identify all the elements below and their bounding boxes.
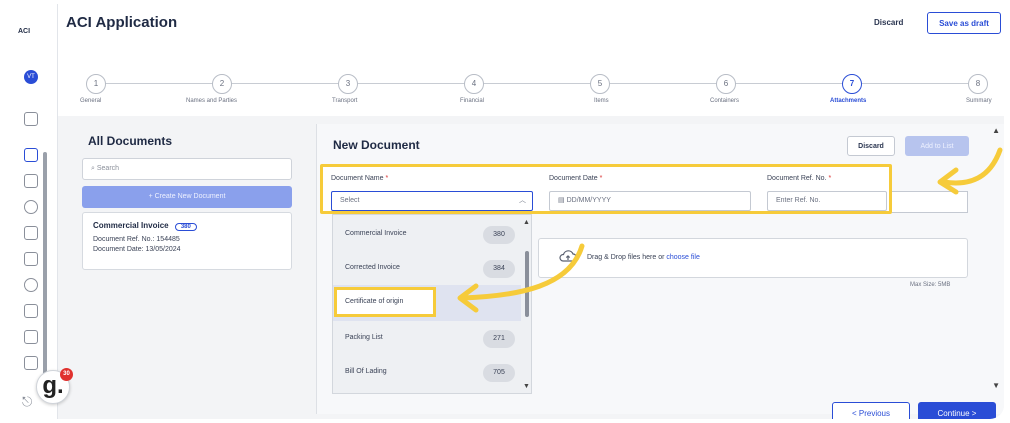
document-ref-field[interactable]: Enter Ref. No. (767, 191, 887, 211)
filter-icon[interactable] (24, 112, 38, 126)
ref-field-extension (892, 191, 968, 213)
max-size-note: Max Size: 5MB (910, 282, 951, 288)
step-label-summary: Summary (966, 98, 992, 104)
side-rail: ACI VT ⎋ (6, 4, 58, 419)
document-fields-row: Document Name * Select ︿ Document Date *… (320, 164, 892, 214)
all-documents-title: All Documents (88, 134, 173, 148)
step-label-transport: Transport (332, 98, 358, 104)
page-title: ACI Application (66, 14, 178, 31)
guide-badge[interactable]: g. 30 (36, 368, 73, 404)
search-icon: ⌕ (91, 165, 95, 172)
file-drop-zone[interactable]: Drag & Drop files here or choose file (538, 238, 968, 278)
archive-icon[interactable] (24, 330, 38, 344)
save-draft-button[interactable]: Save as draft (927, 12, 1001, 34)
step-2[interactable]: 2 (212, 74, 232, 94)
settings-icon[interactable] (24, 200, 38, 214)
new-document-title: New Document (333, 138, 420, 152)
document-date-label: Document Date * (549, 175, 603, 182)
dropdown-scroll-up-icon[interactable]: ▲ (523, 219, 530, 226)
step-7[interactable]: 7 (842, 74, 862, 94)
document-card-badge: 380 (174, 223, 197, 231)
stepper: 1 General 2 Names and Parties 3 Transpor… (58, 70, 1004, 110)
refresh-icon[interactable] (24, 278, 38, 292)
scroll-up-icon[interactable]: ▲ (992, 126, 1000, 135)
continue-button[interactable]: Continue > (918, 402, 996, 419)
step-5[interactable]: 5 (590, 74, 610, 94)
app-window: ACI VT ⎋ ACI Application Discard Save as… (6, 4, 1004, 419)
document-name-value: Select (340, 197, 360, 204)
choose-file-link[interactable]: choose file (666, 254, 699, 261)
scroll-down-icon[interactable]: ▼ (992, 381, 1000, 390)
dropdown-option-corrected-invoice[interactable]: Corrected Invoice 384 (333, 251, 521, 287)
step-label-general: General (80, 98, 102, 104)
guide-badge-count: 30 (60, 368, 73, 381)
step-label-items: Items (594, 98, 609, 104)
step-label-financial: Financial (460, 98, 485, 104)
logout-icon[interactable]: ⎋ (22, 394, 32, 410)
dropdown-scroll-down-icon[interactable]: ▼ (523, 383, 530, 390)
chevron-up-icon: ︿ (519, 197, 526, 204)
step-6[interactable]: 6 (716, 74, 736, 94)
document-ref-placeholder: Enter Ref. No. (776, 197, 821, 204)
rail-scrollbar[interactable] (43, 152, 47, 382)
previous-button[interactable]: < Previous (832, 402, 910, 419)
search-placeholder: Search (96, 165, 120, 172)
document-card-ref: Document Ref. No.: 154485 (93, 236, 180, 243)
dropdown-option-bill-of-lading[interactable]: Bill Of Lading 705 (333, 355, 521, 391)
create-new-document-button[interactable]: + Create New Document (82, 186, 292, 208)
app-logo: ACI (18, 28, 31, 35)
document-card[interactable]: Commercial Invoice 380 Document Ref. No.… (82, 212, 292, 270)
upload-cloud-icon (559, 250, 577, 262)
step-1[interactable]: 1 (86, 74, 106, 94)
certificate-of-origin-highlight[interactable]: Certificate of origin (334, 287, 436, 317)
step-label-attachments: Attachments (830, 98, 867, 104)
document-date-field[interactable]: ▤ DD/MM/YYYY (549, 191, 751, 211)
list-icon[interactable] (24, 174, 38, 188)
dropdown-option-commercial-invoice[interactable]: Commercial Invoice 380 (333, 217, 521, 253)
step-8[interactable]: 8 (968, 74, 988, 94)
document-card-title: Commercial Invoice (93, 221, 169, 230)
copy-icon[interactable] (24, 226, 38, 240)
document-icon[interactable] (24, 148, 38, 162)
upload-text: Drag & Drop files here or choose file (587, 254, 700, 261)
step-label-containers: Containers (710, 98, 740, 104)
step-3[interactable]: 3 (338, 74, 358, 94)
step-4[interactable]: 4 (464, 74, 484, 94)
calendar-icon: ▤ (558, 197, 565, 204)
dropdown-option-packing-list[interactable]: Packing List 271 (333, 321, 521, 357)
search-input[interactable]: ⌕ Search (82, 158, 292, 180)
chat-icon[interactable] (24, 304, 38, 318)
document-card-date: Document Date: 13/05/2024 (93, 246, 181, 253)
document-date-placeholder: DD/MM/YYYY (566, 197, 611, 204)
document-name-label: Document Name * (331, 175, 389, 182)
dropdown-scrollbar[interactable] (525, 251, 529, 317)
document-ref-label: Document Ref. No. * (767, 175, 832, 182)
document-name-select[interactable]: Select ︿ (331, 191, 533, 211)
flag-icon[interactable] (24, 356, 38, 370)
step-label-names-parties: Names and Parties (186, 98, 238, 104)
discard-button[interactable]: Discard (874, 18, 903, 27)
avatar[interactable]: VT (24, 70, 38, 84)
folder-icon[interactable] (24, 252, 38, 266)
new-document-discard-button[interactable]: Discard (847, 136, 895, 156)
add-to-list-button[interactable]: Add to List (905, 136, 969, 156)
